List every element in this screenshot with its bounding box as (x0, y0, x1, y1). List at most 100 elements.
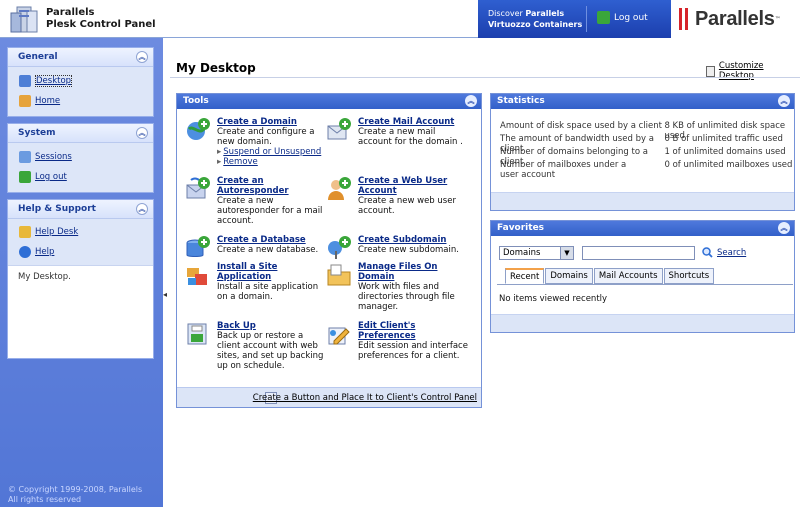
stat-value: 0 B of unlimited traffic used (664, 134, 783, 144)
sidebar-item-sessions[interactable]: Sessions (8, 147, 153, 167)
tools-panel-title: Tools (183, 96, 209, 106)
sidebar-item-help[interactable]: Help (8, 242, 153, 262)
header-logout-button[interactable]: Log out (597, 11, 648, 24)
favorites-type-select[interactable]: Domains ▼ (499, 246, 574, 260)
tool-title[interactable]: Back Up (217, 321, 329, 331)
customize-desktop-label: Customize Desktop (718, 61, 764, 81)
tool-title[interactable]: Create a Domain (217, 117, 329, 127)
collapse-icon[interactable]: ︽ (136, 51, 148, 63)
stat-label: The amount of bandwidth used by a client (500, 134, 654, 154)
collapse-icon[interactable]: ︽ (778, 95, 790, 107)
tools-panel-footer: Create a Button and Place It to Client's… (177, 387, 481, 407)
tool-description: Create and configure a new domain. (217, 127, 315, 147)
favorites-search-input[interactable] (582, 246, 695, 260)
tab-shortcuts[interactable]: Shortcuts (663, 268, 715, 284)
collapse-icon[interactable]: ︽ (136, 203, 148, 215)
discover-prefix: Discover (488, 9, 523, 18)
statistics-panel: Statistics ︽ Amount of disk space used b… (490, 93, 795, 211)
main-content: My Desktop Customize Desktop Tools ︽ Cre… (170, 40, 800, 507)
tab-recent[interactable]: Recent (505, 268, 545, 284)
statistics-panel-header: Statistics ︽ (491, 94, 794, 109)
tool-title[interactable]: Manage Files On Domain (358, 262, 470, 282)
create-domain-icon (187, 118, 210, 140)
header-divider (586, 6, 587, 32)
tool-title[interactable]: Install a Site Application (217, 262, 329, 282)
suspend-unsuspend-link[interactable]: Suspend or Unsuspend (217, 147, 329, 157)
file-manager-icon (327, 264, 351, 286)
sidebar-item-label: Sessions (35, 152, 72, 162)
tools-panel: Tools ︽ Create a Domain Create and confi… (176, 93, 482, 408)
sidebar-help-header[interactable]: Help & Support ︽ (8, 200, 153, 219)
sidebar-toggle-arrow-icon[interactable]: ◂ (163, 290, 169, 304)
tool-title[interactable]: Create Subdomain (358, 235, 470, 245)
chevron-down-icon[interactable]: ▼ (560, 247, 573, 259)
favorites-search-button[interactable]: Search (702, 247, 746, 258)
tool-title[interactable]: Create a Database (217, 235, 329, 245)
stat-label: Amount of disk space used by a client (500, 121, 662, 131)
logout-icon (19, 171, 31, 183)
sidebar-item-label: Log out (35, 172, 67, 182)
collapse-icon[interactable]: ︽ (778, 222, 790, 234)
sidebar-item-label: Home (35, 96, 61, 106)
title-divider (170, 77, 800, 78)
favorites-panel-header: Favorites ︽ (491, 221, 794, 236)
stat-row: Number of mailboxes under a user account… (500, 160, 794, 180)
tab-domains[interactable]: Domains (545, 268, 593, 284)
header-logout-label: Log out (614, 12, 648, 23)
collapse-icon[interactable]: ︽ (465, 95, 477, 107)
stat-value: 1 of unlimited domains used (664, 147, 786, 157)
tab-mail-accounts[interactable]: Mail Accounts (593, 268, 663, 284)
stat-value: 0 of unlimited mailboxes used (664, 160, 793, 170)
top-header: Parallels Plesk Control Panel Discover P… (0, 0, 800, 38)
tool-description: Install a site application on a domain. (217, 282, 319, 302)
discover-promo[interactable]: Discover Parallels Virtuozzo Containers (488, 8, 582, 30)
search-label: Search (717, 247, 747, 258)
stat-row: The amount of bandwidth used by a client… (500, 134, 794, 154)
tool-description: Create a new autoresponder for a mail ac… (217, 196, 323, 226)
sidebar-item-home[interactable]: Home (8, 91, 153, 111)
discover-brand: Parallels (525, 9, 565, 18)
favorites-empty-message: No items viewed recently (499, 294, 608, 304)
create-custom-button-link[interactable]: Create a Button and Place It to Client's… (253, 393, 477, 403)
sidebar-item-helpdesk[interactable]: Help Desk (8, 222, 153, 242)
tool-title[interactable]: Create a Web User Account (358, 176, 470, 196)
sidebar-item-desktop[interactable]: Desktop (8, 71, 153, 91)
install-application-icon (187, 268, 207, 285)
tab-divider (497, 284, 793, 285)
tool-title[interactable]: Edit Client's Preferences (358, 321, 470, 341)
statistics-panel-title: Statistics (497, 96, 545, 106)
sidebar: General ︽ Desktop Home System ︽ Sessions (0, 38, 163, 507)
product-title-line1: Parallels (46, 7, 95, 18)
sidebar-system-header[interactable]: System ︽ (8, 124, 153, 143)
sidebar-item-logout[interactable]: Log out (8, 167, 153, 187)
customize-desktop-link[interactable]: Customize Desktop (706, 61, 800, 81)
sidebar-item-label: Desktop (35, 75, 73, 87)
favorites-select-value: Domains (503, 248, 541, 258)
collapse-icon[interactable]: ︽ (136, 127, 148, 139)
create-database-icon (186, 236, 210, 257)
desktop-icon (19, 75, 31, 87)
brand-name: Parallels (695, 7, 775, 30)
favorites-panel: Favorites ︽ Domains ▼ Search Recent Doma… (490, 220, 795, 333)
tool-description: Create a new web user account. (358, 196, 456, 216)
favorites-tabs: Recent Domains Mail Accounts Shortcuts (505, 268, 715, 284)
tool-description: Edit session and interface preferences f… (358, 341, 468, 361)
sidebar-general-header[interactable]: General ︽ (8, 48, 153, 67)
sidebar-general-title: General (18, 52, 58, 62)
tool-title[interactable]: Create an Autoresponder (217, 176, 329, 196)
parallels-logo: Parallels ™ (671, 0, 800, 38)
home-icon (19, 95, 31, 107)
logout-icon (597, 11, 610, 24)
sessions-icon (19, 151, 31, 163)
create-subdomain-icon (328, 236, 351, 259)
remove-link[interactable]: Remove (217, 157, 329, 167)
header-promo-bar: Discover Parallels Virtuozzo Containers … (478, 0, 800, 38)
product-title-line2: Plesk Control Panel (46, 19, 156, 30)
help-icon (19, 246, 31, 258)
stat-label: Number of mailboxes under a user account (500, 160, 627, 180)
sidebar-system-title: System (18, 128, 56, 138)
edit-preferences-icon (328, 327, 350, 345)
tool-description: Work with files and directories through … (358, 282, 455, 312)
tool-description: Create a new mail account for the domain… (358, 127, 463, 147)
tool-title[interactable]: Create Mail Account (358, 117, 470, 127)
